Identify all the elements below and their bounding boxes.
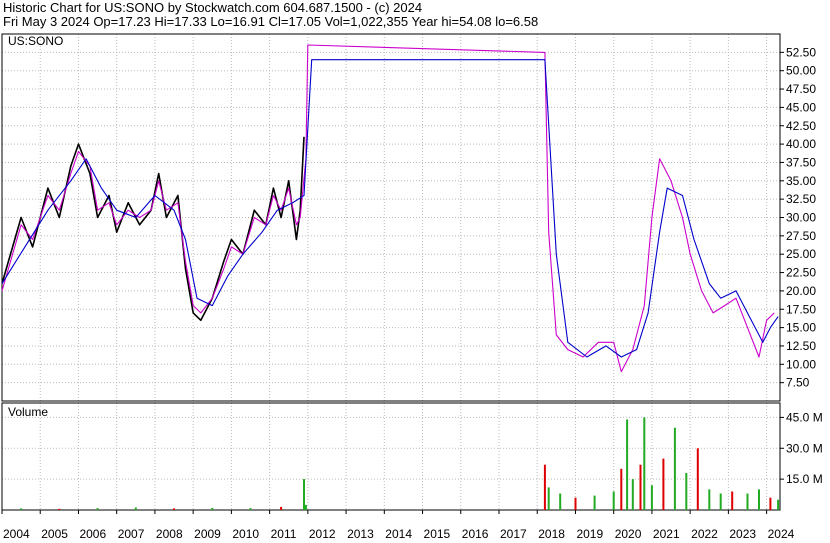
price-panel-frame xyxy=(1,33,781,402)
volume-bar xyxy=(746,493,749,510)
volume-bar xyxy=(731,491,734,510)
price-tick-label: 15.00 xyxy=(786,321,816,335)
volume-bar xyxy=(662,458,665,510)
year-tick-label: 2008 xyxy=(156,527,183,541)
volume-bar xyxy=(708,489,711,510)
year-tick-label: 2005 xyxy=(41,527,68,541)
price-tick-label: 52.50 xyxy=(786,45,816,59)
volume-bar xyxy=(631,479,634,510)
year-tick-label: 2015 xyxy=(424,527,451,541)
chart-header-quote: Fri May 3 2024 Op=17.23 Hi=17.33 Lo=16.9… xyxy=(3,14,539,29)
volume-bar xyxy=(134,507,137,510)
volume-bar xyxy=(280,506,283,510)
price-tick-label: 27.50 xyxy=(786,229,816,243)
price-tick-label: 45.00 xyxy=(786,100,816,114)
year-tick-label: 2010 xyxy=(232,527,259,541)
volume-bar xyxy=(769,497,772,510)
volume-bar xyxy=(574,497,577,510)
volume-tick-label: 30.0 M xyxy=(786,441,823,455)
volume-bar xyxy=(58,508,61,510)
year-tick-label: 2004 xyxy=(3,527,30,541)
year-tick-label: 2017 xyxy=(500,527,527,541)
volume-bar xyxy=(304,504,307,510)
volume-bar xyxy=(20,508,23,510)
volume-bar xyxy=(211,507,214,510)
year-tick-label: 2006 xyxy=(79,527,106,541)
price-tick-label: 22.50 xyxy=(786,266,816,280)
volume-label: Volume xyxy=(8,405,49,419)
year-tick-label: 2013 xyxy=(347,527,374,541)
price-tick-label: 10.00 xyxy=(786,357,816,371)
moving-average-long-line xyxy=(1,59,779,358)
year-tick-label: 2024 xyxy=(768,527,795,541)
volume-bar xyxy=(96,508,99,510)
symbol-label: US:SONO xyxy=(8,34,64,48)
volume-axis: 15.0 M 30.0 M 45.0 M xyxy=(780,410,823,486)
price-tick-label: 30.00 xyxy=(786,211,816,225)
volume-bar xyxy=(685,473,688,510)
price-line xyxy=(1,136,305,322)
price-tick-label: 40.00 xyxy=(786,137,816,151)
price-tick-label: 32.50 xyxy=(786,192,816,206)
volume-bar xyxy=(559,493,562,510)
volume-bar xyxy=(543,464,546,510)
volume-bar xyxy=(547,487,550,510)
stock-chart: 7.50 10.00 12.50 15.00 17.50 20.00 22.50 25.00 2… xyxy=(1,33,823,541)
volume-bar xyxy=(620,468,623,510)
price-series xyxy=(1,44,779,373)
price-tick-label: 42.50 xyxy=(786,119,816,133)
volume-bar xyxy=(719,493,722,510)
year-tick-label: 2020 xyxy=(615,527,642,541)
year-axis: 2004 2005 2006 2007 2008 2009 2010 2011 2012 2013… xyxy=(1,510,795,541)
price-tick-label: 50.00 xyxy=(786,64,816,78)
volume-bar xyxy=(777,499,780,510)
year-tick-label: 2014 xyxy=(385,527,412,541)
price-tick-label: 47.50 xyxy=(786,82,816,96)
volume-bar xyxy=(626,419,629,510)
chart-header-title: Historic Chart for US:SONO by Stockwatch… xyxy=(3,0,423,15)
year-tick-label: 2011 xyxy=(271,527,297,541)
price-axis: 7.50 10.00 12.50 15.00 17.50 20.00 22.50 25.00 2… xyxy=(780,45,816,390)
year-tick-label: 2018 xyxy=(538,527,565,541)
price-tick-label: 12.50 xyxy=(786,339,816,353)
volume-bar xyxy=(249,508,252,510)
year-tick-label: 2009 xyxy=(194,527,221,541)
volume-bar xyxy=(303,479,305,510)
volume-bars xyxy=(20,417,780,510)
moving-average-short-line xyxy=(1,44,775,373)
volume-bar xyxy=(650,485,653,510)
year-tick-label: 2016 xyxy=(462,527,489,541)
volume-bar xyxy=(173,508,175,510)
grid xyxy=(1,34,780,510)
price-tick-label: 25.00 xyxy=(786,247,816,261)
year-tick-label: 2022 xyxy=(691,527,718,541)
volume-tick-label: 45.0 M xyxy=(786,410,823,424)
volume-bar xyxy=(612,491,615,510)
price-tick-label: 37.50 xyxy=(786,155,816,169)
year-tick-label: 2012 xyxy=(309,527,336,541)
year-tick-label: 2021 xyxy=(653,527,680,541)
volume-bar xyxy=(643,417,646,510)
year-tick-label: 2007 xyxy=(118,527,145,541)
volume-tick-label: 15.0 M xyxy=(786,472,823,486)
volume-bar xyxy=(696,448,699,510)
volume-bar xyxy=(673,427,676,510)
price-tick-label: 20.00 xyxy=(786,284,816,298)
year-tick-label: 2023 xyxy=(729,527,756,541)
volume-bar xyxy=(758,489,760,510)
price-tick-label: 35.00 xyxy=(786,174,816,188)
price-tick-label: 7.50 xyxy=(786,376,810,390)
year-tick-label: 2019 xyxy=(576,527,603,541)
price-tick-label: 17.50 xyxy=(786,302,816,316)
volume-bar xyxy=(639,464,642,510)
volume-bar xyxy=(593,495,596,510)
